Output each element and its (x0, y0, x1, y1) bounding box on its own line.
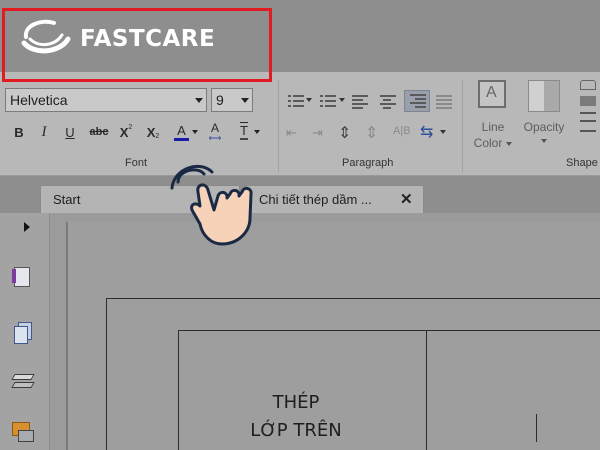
justify-icon[interactable] (434, 93, 454, 109)
char-spacing-glyph: A (210, 120, 219, 135)
bold-button[interactable]: B (11, 121, 27, 143)
layers-icon[interactable] (10, 370, 36, 396)
text-direction-icon[interactable]: A|B (393, 125, 411, 137)
font-size-value: 9 (216, 92, 224, 108)
font-family-value: Helvetica (10, 92, 68, 108)
chevron-down-icon[interactable] (440, 130, 446, 134)
line-width-icon[interactable] (580, 112, 596, 114)
drawing-line (178, 330, 179, 450)
subscript-button[interactable]: X2 (143, 121, 163, 143)
drawing-line (106, 298, 107, 450)
line-color-glyph-icon: A (486, 84, 497, 101)
chevron-down-icon (253, 130, 260, 134)
tap-hand-icon (170, 164, 253, 246)
text-baseline-button[interactable]: T (233, 121, 267, 143)
shape-group-label: Shape (566, 157, 598, 169)
doc-text-line-2: LỚP TRÊN (250, 420, 342, 441)
font-group-label: Font (125, 157, 148, 169)
font-group-highlight (2, 8, 272, 82)
fill-bar-icon (580, 96, 596, 106)
font-size-select[interactable]: 9 (211, 88, 253, 112)
text-baseline-glyph: T (240, 123, 248, 140)
expand-arrow-icon[interactable] (24, 222, 30, 232)
chevron-down-icon (191, 130, 198, 134)
font-color-glyph: A (174, 123, 189, 141)
drawing-line (426, 330, 427, 450)
align-center-icon[interactable] (378, 93, 398, 109)
chevron-down-icon[interactable] (541, 139, 547, 143)
opacity-icon[interactable] (528, 80, 560, 112)
tab-start-label: Start (53, 192, 81, 207)
bullet-list-icon[interactable] (286, 93, 306, 109)
line-end-icon (580, 130, 596, 132)
document-page[interactable] (66, 222, 600, 450)
chevron-down-icon (195, 98, 203, 103)
drawing-line (106, 298, 600, 299)
paragraph-spacing-icon[interactable]: ⇕ (365, 123, 378, 143)
double-arrow-icon: ⟷ (208, 132, 222, 143)
pages-icon[interactable] (10, 320, 36, 346)
align-right-icon[interactable] (404, 90, 430, 112)
underline-button[interactable]: U (62, 121, 78, 143)
paragraph-group-label: Paragraph (342, 157, 394, 169)
outdent-icon[interactable]: ⇤ (286, 125, 297, 141)
subscript-mark-icon: 2 (155, 133, 160, 140)
tab-document[interactable]: Chi tiết thép dầm ... (246, 185, 424, 213)
group-separator (278, 80, 279, 172)
chevron-down-icon[interactable] (306, 98, 312, 102)
italic-button[interactable]: I (36, 121, 52, 143)
subscript-glyph: X (146, 124, 156, 140)
font-family-select[interactable]: Helvetica (5, 88, 207, 112)
drawing-line (178, 330, 600, 331)
line-color-label-2: Color (473, 136, 503, 150)
opacity-label: Opacity (523, 120, 565, 134)
line-style-icon (580, 120, 596, 122)
tab-document-label: Chi tiết thép dầm ... (259, 192, 372, 207)
strikethrough-button[interactable]: abc (86, 121, 112, 143)
chevron-down-icon[interactable] (506, 142, 512, 146)
numbered-list-icon[interactable] (318, 93, 338, 109)
superscript-button[interactable]: X2 (116, 121, 136, 143)
line-spacing-icon[interactable]: ⇕ (338, 123, 351, 143)
line-color-label-1: Line (481, 120, 505, 134)
indent-icon[interactable]: ⇥ (312, 125, 323, 141)
superscript-glyph: X (119, 124, 129, 140)
align-left-icon[interactable] (350, 93, 370, 109)
group-separator (462, 80, 463, 172)
comments-icon[interactable] (10, 420, 36, 446)
char-spacing-button[interactable]: A ⟷ (206, 121, 224, 143)
font-color-button[interactable]: A (170, 121, 202, 143)
paint-brush-icon[interactable] (580, 80, 596, 90)
chevron-down-icon (241, 98, 249, 103)
superscript-mark-icon: 2 (128, 124, 133, 131)
drawing-line (536, 414, 537, 442)
line-color-button[interactable]: A (478, 80, 506, 108)
chevron-down-icon[interactable] (339, 98, 345, 102)
page-icon[interactable] (10, 265, 36, 291)
horizontal-arrow-icon[interactable]: ⇆ (420, 122, 433, 142)
doc-text-line-1: THÉP (272, 392, 320, 413)
close-icon[interactable]: ✕ (400, 190, 413, 208)
